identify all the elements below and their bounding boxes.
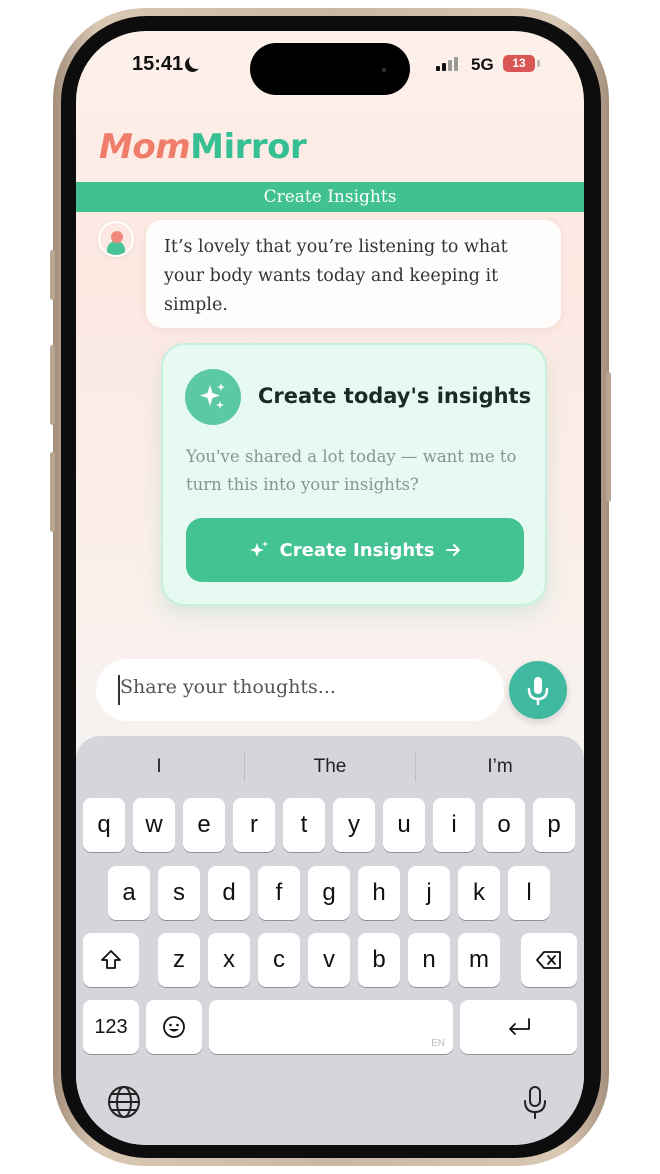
create-insights-label: Create Insights (279, 539, 435, 561)
voice-input-button[interactable] (509, 661, 567, 719)
create-insights-button[interactable]: Create Insights (186, 518, 524, 582)
space-language-hint: EN (431, 1038, 445, 1049)
key-h[interactable]: h (358, 866, 400, 920)
key-v[interactable]: v (308, 933, 350, 987)
key-p[interactable]: p (533, 798, 575, 852)
key-r[interactable]: r (233, 798, 275, 852)
key-t[interactable]: t (283, 798, 325, 852)
return-icon (508, 1018, 530, 1035)
volume-down-button (50, 452, 55, 532)
globe-icon[interactable] (106, 1084, 142, 1120)
message-input[interactable]: Share your thoughts... (96, 659, 504, 721)
sparkles-icon (249, 541, 268, 557)
moon-icon (189, 54, 204, 69)
key-o[interactable]: o (483, 798, 525, 852)
card-description: You've shared a lot today — want me to t… (186, 447, 517, 494)
battery-tip (537, 60, 540, 67)
key-a[interactable]: a (108, 866, 150, 920)
key-b[interactable]: b (358, 933, 400, 987)
network-label: 5G (471, 55, 494, 74)
key-m[interactable]: m (458, 933, 500, 987)
action-button (50, 250, 55, 300)
key-l[interactable]: l (508, 866, 550, 920)
insight-card: Create today's insights You've shared a … (161, 343, 547, 606)
camera-dot (382, 68, 386, 72)
key-q[interactable]: q (83, 798, 125, 852)
emoji-icon (163, 1016, 185, 1038)
phone-screen: 15:41 5G 13 MomMirror Create Insights It… (76, 31, 584, 1145)
battery-level: 13 (512, 56, 526, 70)
suggestion-2[interactable]: The (250, 756, 410, 778)
key-z[interactable]: z (158, 933, 200, 987)
suggestion-3[interactable]: I’m (420, 756, 580, 778)
numbers-key[interactable]: 123 (83, 1000, 139, 1054)
backspace-key[interactable] (521, 933, 577, 987)
on-screen-keyboard: I The I’m q w e r t y u i o p a s d f g … (76, 736, 584, 1145)
emoji-key[interactable] (146, 1000, 202, 1054)
arrow-right-icon (446, 544, 461, 556)
shift-key[interactable] (83, 933, 139, 987)
app-logo: MomMirror (99, 127, 307, 167)
card-title: Create today's insights (258, 384, 532, 408)
key-n[interactable]: n (408, 933, 450, 987)
suggestion-divider (244, 752, 245, 782)
key-s[interactable]: s (158, 866, 200, 920)
key-c[interactable]: c (258, 933, 300, 987)
key-y[interactable]: y (333, 798, 375, 852)
suggestion-divider (415, 752, 416, 782)
return-key[interactable] (460, 1000, 577, 1054)
key-d[interactable]: d (208, 866, 250, 920)
space-key[interactable]: EN (209, 1000, 453, 1054)
sparkles-icon (185, 369, 241, 425)
status-time: 15:41 (132, 53, 184, 75)
key-x[interactable]: x (208, 933, 250, 987)
logo-mirror: Mirror (190, 127, 307, 167)
microphone-icon (527, 677, 549, 706)
key-w[interactable]: w (133, 798, 175, 852)
key-j[interactable]: j (408, 866, 450, 920)
logo-mom: Mom (99, 127, 191, 167)
power-button (606, 372, 611, 502)
text-caret (118, 675, 120, 705)
suggestion-1[interactable]: I (79, 756, 239, 778)
message-placeholder: Share your thoughts... (120, 676, 336, 698)
signal-icon (436, 57, 462, 71)
key-k[interactable]: k (458, 866, 500, 920)
assistant-avatar (98, 221, 134, 257)
backspace-icon (536, 951, 561, 969)
volume-up-button (50, 345, 55, 425)
key-f[interactable]: f (258, 866, 300, 920)
shift-icon (101, 950, 121, 969)
battery-icon: 13 (503, 55, 535, 72)
page-title-banner: Create Insights (76, 182, 584, 212)
key-g[interactable]: g (308, 866, 350, 920)
assistant-message: It’s lovely that you’re listening to wha… (146, 220, 561, 328)
dynamic-island (250, 43, 410, 95)
dictation-icon[interactable] (520, 1084, 550, 1120)
key-u[interactable]: u (383, 798, 425, 852)
key-i[interactable]: i (433, 798, 475, 852)
key-e[interactable]: e (183, 798, 225, 852)
